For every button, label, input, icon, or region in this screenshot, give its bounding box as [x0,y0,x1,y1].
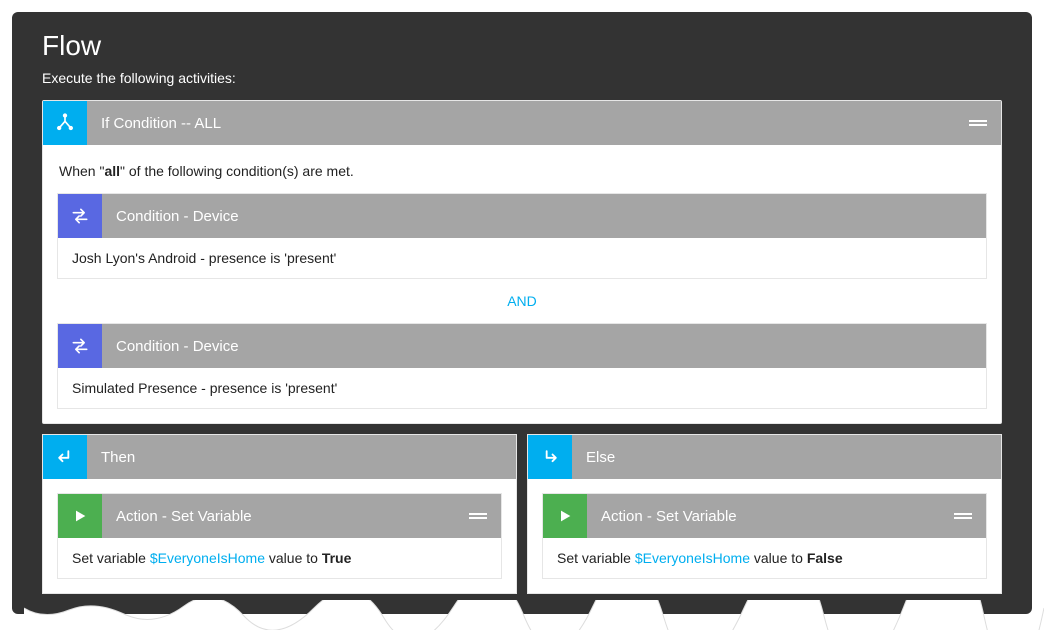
action-set-variable-block[interactable]: Action - Set Variable Set variable $Ever… [57,493,502,579]
condition-device-block[interactable]: Condition - Device Josh Lyon's Android -… [57,193,987,279]
return-forward-icon [528,435,572,479]
condition-device-block[interactable]: Condition - Device Simulated Presence - … [57,323,987,409]
when-condition-text: When "all" of the following condition(s)… [59,163,987,179]
page-subtitle: Execute the following activities: [12,70,1032,100]
variable-value: False [807,550,843,566]
condition-header-label: Condition - Device [116,208,239,225]
variable-value: True [322,550,352,566]
drag-handle-icon[interactable] [954,512,972,520]
condition-body-text: Josh Lyon's Android - presence is 'prese… [58,238,986,278]
condition-header-label: Condition - Device [116,338,239,355]
play-icon [543,494,587,538]
then-label: Then [101,449,135,466]
drag-handle-icon[interactable] [969,119,987,127]
flow-editor-panel: Flow Execute the following activities: I… [12,12,1032,614]
drag-handle-icon[interactable] [469,512,487,520]
condition-joiner: AND [57,279,987,323]
else-block-header[interactable]: Else [528,435,1001,479]
action-body-text: Set variable $EveryoneIsHome value to Fa… [543,538,986,578]
action-header-label: Action - Set Variable [116,508,252,525]
page-title: Flow [12,12,1032,70]
play-icon [58,494,102,538]
branch-icon [43,101,87,145]
swap-icon [58,324,102,368]
if-block-label: If Condition -- ALL [101,115,221,132]
return-down-icon [43,435,87,479]
variable-name: $EveryoneIsHome [635,550,750,566]
then-block-header[interactable]: Then [43,435,516,479]
action-set-variable-block[interactable]: Action - Set Variable Set variable $Ever… [542,493,987,579]
if-block-header[interactable]: If Condition -- ALL [43,101,1001,145]
action-body-text: Set variable $EveryoneIsHome value to Tr… [58,538,501,578]
else-label: Else [586,449,615,466]
else-block[interactable]: Else Action - Set Variable [527,434,1002,594]
if-condition-block[interactable]: If Condition -- ALL When "all" of the fo… [42,100,1002,424]
condition-body-text: Simulated Presence - presence is 'presen… [58,368,986,408]
then-block[interactable]: Then Action - Set Variable [42,434,517,594]
then-else-row: Then Action - Set Variable [42,434,1002,594]
action-header-label: Action - Set Variable [601,508,737,525]
variable-name: $EveryoneIsHome [150,550,265,566]
swap-icon [58,194,102,238]
